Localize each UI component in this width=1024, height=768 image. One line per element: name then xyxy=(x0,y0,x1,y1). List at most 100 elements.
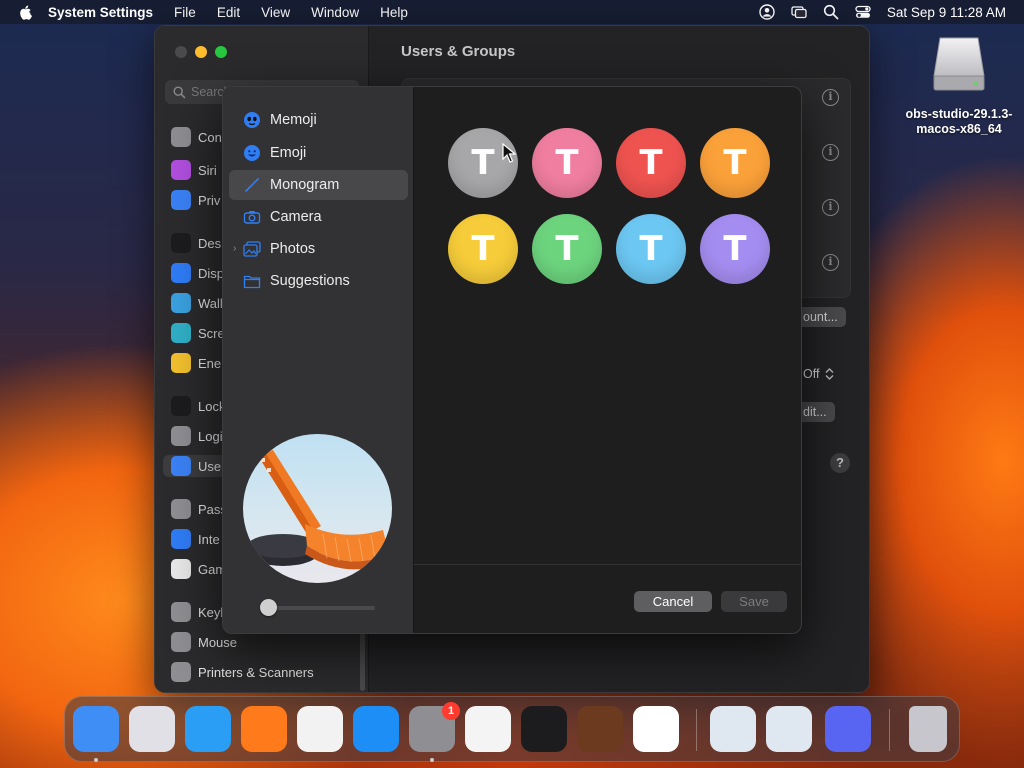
app-store-icon[interactable] xyxy=(353,706,399,752)
settings-pane-icon xyxy=(171,353,191,373)
monogram-swatch[interactable]: T xyxy=(448,128,518,198)
hockey-stick-image xyxy=(247,450,389,570)
sidebar-item[interactable]: Des xyxy=(171,232,221,254)
zoom-slider-knob[interactable] xyxy=(260,599,277,616)
menu-clock[interactable]: Sat Sep 9 11:28 AM xyxy=(887,5,1006,20)
menu-edit[interactable]: Edit xyxy=(217,5,240,20)
virtualbox-icon[interactable] xyxy=(766,706,812,752)
monogram-swatch[interactable]: T xyxy=(532,214,602,284)
sidebar-item[interactable]: Disp xyxy=(171,262,224,284)
monogram-swatch[interactable]: T xyxy=(616,128,686,198)
category-suggestions[interactable]: Suggestions xyxy=(229,266,408,296)
category-memoji[interactable]: Memoji xyxy=(229,105,408,135)
category-photos[interactable]: › Photos xyxy=(229,234,408,264)
settings-pane-icon xyxy=(171,632,191,652)
desktop-drive-icon[interactable]: obs-studio-29.1.3-macos-x86_64 xyxy=(902,36,1016,137)
current-picture-preview[interactable] xyxy=(243,434,392,583)
settings-pane-icon xyxy=(171,323,191,343)
terminal-icon[interactable] xyxy=(521,706,567,752)
sidebar-item[interactable]: Printers & Scanners xyxy=(171,661,314,683)
folder-icon xyxy=(243,275,261,289)
sidebar-item[interactable]: Con xyxy=(171,126,222,148)
monogram-swatch[interactable]: T xyxy=(700,214,770,284)
chrome-icon[interactable] xyxy=(297,706,343,752)
window-controls xyxy=(175,46,227,58)
zoom-button[interactable] xyxy=(215,46,227,58)
safari-icon[interactable] xyxy=(185,706,231,752)
trash-icon[interactable] xyxy=(909,706,947,752)
dock-separator xyxy=(696,709,697,751)
info-icon[interactable]: i xyxy=(822,254,839,271)
screen-mirroring-icon[interactable] xyxy=(791,4,807,20)
sidebar-item[interactable]: Logi xyxy=(171,425,223,447)
category-label: Camera xyxy=(270,209,322,225)
monogram-swatch[interactable]: T xyxy=(700,128,770,198)
sidebar-item[interactable]: Keyb xyxy=(171,601,228,623)
category-monogram[interactable]: Monogram xyxy=(229,170,408,200)
discord-icon[interactable] xyxy=(825,706,871,752)
zoom-slider-track[interactable] xyxy=(263,606,375,610)
category-label: Photos xyxy=(270,241,316,257)
monogram-swatch[interactable]: T xyxy=(616,214,686,284)
sidebar-item-label: Mouse xyxy=(198,634,238,650)
cancel-button[interactable]: Cancel xyxy=(634,591,712,612)
launchpad-icon[interactable] xyxy=(129,706,175,752)
notification-badge: 1 xyxy=(442,702,460,720)
virtualbox-vm-icon[interactable] xyxy=(710,706,756,752)
sidebar-item[interactable]: Pass xyxy=(171,498,227,520)
minimize-button[interactable] xyxy=(195,46,207,58)
pencil-icon xyxy=(245,178,259,192)
sidebar-item-label: Siri xyxy=(198,162,217,178)
sidebar-item[interactable]: Priv xyxy=(171,189,220,211)
textedit-icon[interactable] xyxy=(465,706,511,752)
info-icon[interactable]: i xyxy=(822,199,839,216)
apple-icon[interactable] xyxy=(18,4,34,20)
vscode-icon[interactable] xyxy=(633,706,679,752)
sidebar-item[interactable]: Inte xyxy=(171,528,220,550)
settings-pane-icon xyxy=(171,396,191,416)
disclosure-chevron-icon[interactable]: › xyxy=(233,243,236,254)
help-icon[interactable]: ? xyxy=(830,453,850,473)
settings-pane-icon xyxy=(171,426,191,446)
settings-pane-icon xyxy=(171,529,191,549)
sidebar-item-label: Scre xyxy=(198,325,225,341)
category-emoji[interactable]: Emoji xyxy=(229,138,408,168)
desktop-drive-label: obs-studio-29.1.3-macos-x86_64 xyxy=(905,107,1013,136)
emoji-icon xyxy=(244,145,260,161)
settings-pane-icon xyxy=(171,160,191,180)
category-camera[interactable]: Camera xyxy=(229,202,408,232)
menu-file[interactable]: File xyxy=(174,5,196,20)
info-icon[interactable]: i xyxy=(822,144,839,161)
sidebar-item[interactable]: Scre xyxy=(171,322,225,344)
firefox-icon[interactable] xyxy=(241,706,287,752)
finder-icon[interactable] xyxy=(73,706,119,752)
sidebar-item[interactable]: Gam xyxy=(171,558,226,580)
garageband-icon[interactable] xyxy=(577,706,623,752)
sidebar-item[interactable]: Siri xyxy=(171,159,217,181)
sidebar-item[interactable]: Ene xyxy=(171,352,221,374)
control-center-icon[interactable] xyxy=(855,4,871,20)
menu-app-name[interactable]: System Settings xyxy=(48,5,153,20)
category-label: Suggestions xyxy=(270,273,350,289)
sidebar-item[interactable]: Mouse xyxy=(171,631,237,653)
user-picture-picker-dialog: Memoji Emoji Monogram Camera › Photos Su… xyxy=(222,86,802,634)
spotlight-search-icon[interactable] xyxy=(823,4,839,20)
automatic-login-select[interactable]: Off xyxy=(795,364,842,384)
sidebar-item[interactable]: Wall xyxy=(171,292,223,314)
monogram-swatch[interactable]: T xyxy=(532,128,602,198)
search-icon xyxy=(173,85,186,99)
save-button[interactable]: Save xyxy=(721,591,787,612)
add-account-button[interactable]: ount... xyxy=(795,307,846,327)
info-icon[interactable]: i xyxy=(822,89,839,106)
close-button[interactable] xyxy=(175,46,187,58)
settings-pane-icon xyxy=(171,263,191,283)
sidebar-item-label: Disp xyxy=(198,265,225,281)
menu-window[interactable]: Window xyxy=(311,5,359,20)
menu-help[interactable]: Help xyxy=(380,5,408,20)
user-account-icon[interactable] xyxy=(759,4,775,20)
sidebar-item[interactable]: Lock xyxy=(171,395,225,417)
sidebar-item-label: Priv xyxy=(198,192,221,208)
menu-view[interactable]: View xyxy=(261,5,290,20)
running-indicator xyxy=(430,758,434,762)
monogram-swatch[interactable]: T xyxy=(448,214,518,284)
